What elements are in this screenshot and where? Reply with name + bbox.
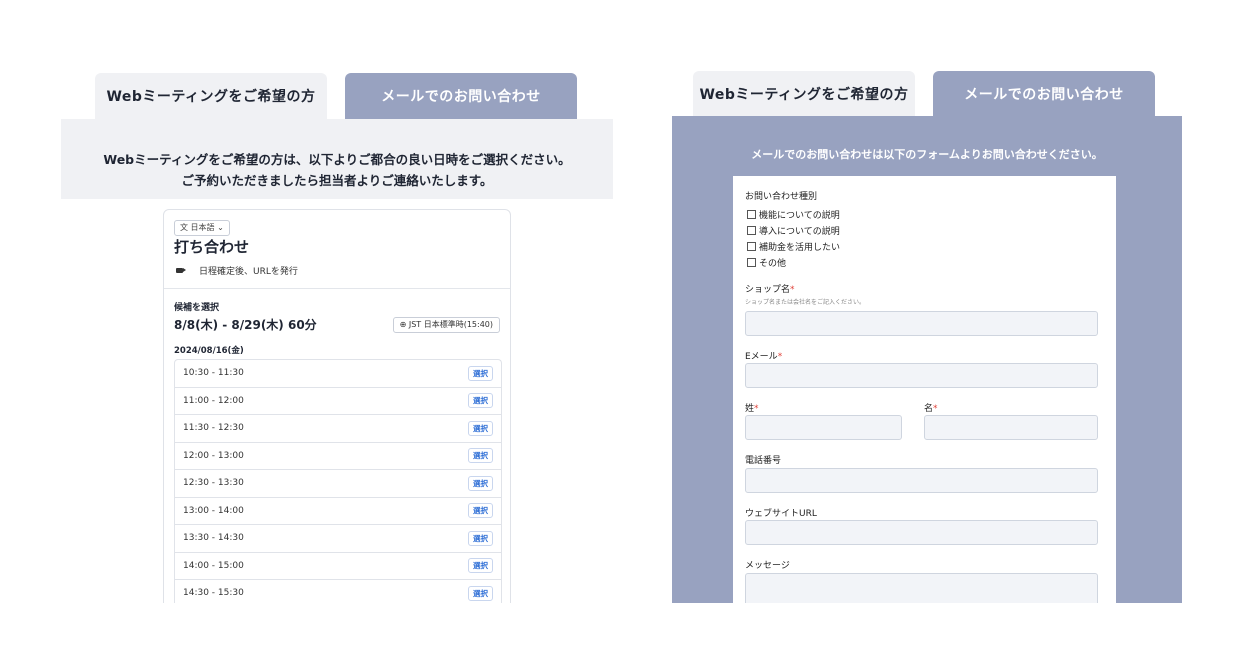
candidate-label: 候補を選択 xyxy=(174,303,220,313)
selected-date: 2024/08/16(金) xyxy=(174,346,244,356)
tab-web-meeting[interactable]: Webミーティングをご希望の方 xyxy=(95,73,327,119)
last-name-label-text: 姓 xyxy=(745,404,755,414)
checkbox[interactable] xyxy=(747,258,756,267)
tab-email-inquiry[interactable]: メールでのお問い合わせ xyxy=(345,73,577,119)
message-label: メッセージ xyxy=(745,561,790,571)
website-label: ウェブサイトURL xyxy=(745,509,817,519)
tab-web-meeting[interactable]: Webミーティングをご希望の方 xyxy=(693,71,915,117)
web-meeting-panel: Webミーティングをご希望の方は、以下よりご都合の良い日時をご選択ください。 ご… xyxy=(61,119,613,603)
slot-time: 13:00 - 14:00 xyxy=(183,505,244,516)
first-name-field[interactable] xyxy=(924,415,1098,440)
time-slot[interactable]: 13:00 - 14:00 選択 xyxy=(175,498,501,525)
checkbox[interactable] xyxy=(747,242,756,251)
timezone-selector[interactable]: ⊕ JST 日本標準時(15:40) xyxy=(392,317,500,333)
time-slot[interactable]: 12:30 - 13:30 選択 xyxy=(175,470,501,498)
meeting-url-text: 日程確定後、URLを発行 xyxy=(199,267,298,277)
time-slot[interactable]: 11:00 - 12:00 選択 xyxy=(175,388,501,415)
time-slot[interactable]: 11:30 - 12:30 選択 xyxy=(175,415,501,443)
slot-time: 11:30 - 12:30 xyxy=(183,423,244,434)
card-divider xyxy=(164,288,510,289)
meeting-url-info: 日程確定後、URLを発行 xyxy=(176,264,298,277)
website-field[interactable] xyxy=(745,520,1098,545)
option-label: その他 xyxy=(759,259,787,269)
select-button[interactable]: 選択 xyxy=(468,475,493,491)
select-button[interactable]: 選択 xyxy=(468,585,493,601)
option-label: 導入についての説明 xyxy=(759,227,840,237)
slot-time: 14:00 - 15:00 xyxy=(183,560,244,571)
time-slot-list: 10:30 - 11:30 選択 11:00 - 12:00 選択 11:30 - … xyxy=(174,359,502,603)
translate-icon: 文 xyxy=(180,223,188,232)
select-button[interactable]: 選択 xyxy=(468,503,493,519)
email-inquiry-panel: メールでのお問い合わせは以下のフォームよりお問い合わせください。 お問い合わせ種… xyxy=(672,116,1182,603)
select-button[interactable]: 選択 xyxy=(468,558,493,574)
first-name-label: 名* xyxy=(924,401,938,414)
phone-field[interactable] xyxy=(745,468,1098,493)
last-name-label: 姓* xyxy=(745,401,759,414)
slot-time: 13:30 - 14:30 xyxy=(183,533,244,544)
slot-time: 12:30 - 13:30 xyxy=(183,478,244,489)
shop-name-label: ショップ名* xyxy=(745,282,795,295)
required-mark: * xyxy=(933,404,938,414)
time-slot[interactable]: 13:30 - 14:30 選択 xyxy=(175,525,501,553)
checkbox-option[interactable]: 補助金を活用したい xyxy=(747,240,840,253)
phone-label: 電話番号 xyxy=(745,456,782,466)
required-mark: * xyxy=(790,285,795,295)
date-range: 8/8(木) - 8/29(木) 60分 xyxy=(174,318,317,332)
email-label-text: Eメール xyxy=(745,352,778,362)
select-button[interactable]: 選択 xyxy=(468,420,493,436)
message-textarea[interactable] xyxy=(745,573,1098,603)
time-slot[interactable]: 12:00 - 13:00 選択 xyxy=(175,443,501,470)
globe-icon: ⊕ xyxy=(399,320,407,329)
meeting-intro-line2: ご予約いただきましたら担当者よりご連絡いたします。 xyxy=(181,173,493,188)
time-slot[interactable]: 14:00 - 15:00 選択 xyxy=(175,553,501,580)
inquiry-form: お問い合わせ種別 機能についての説明 導入についての説明 補助金を活用したい そ… xyxy=(733,176,1116,603)
language-selector[interactable]: 文 日本語 ⌄ xyxy=(174,220,230,236)
slot-time: 14:30 - 15:30 xyxy=(183,588,244,599)
language-label: 日本語 ⌄ xyxy=(190,223,224,232)
last-name-field[interactable] xyxy=(745,415,902,440)
checkbox-option[interactable]: 導入についての説明 xyxy=(747,224,840,237)
meeting-intro-line1: Webミーティングをご希望の方は、以下よりご都合の良い日時をご選択ください。 xyxy=(103,152,571,167)
option-label: 補助金を活用したい xyxy=(759,243,841,253)
checkbox[interactable] xyxy=(747,226,756,235)
slot-time: 11:00 - 12:00 xyxy=(183,395,244,406)
select-button[interactable]: 選択 xyxy=(468,530,493,546)
timezone-label: JST 日本標準時(15:40) xyxy=(408,320,493,329)
select-button[interactable]: 選択 xyxy=(468,448,493,464)
email-label: Eメール* xyxy=(745,349,782,362)
email-field[interactable] xyxy=(745,363,1098,388)
shop-name-field[interactable] xyxy=(745,311,1098,336)
first-name-label-text: 名 xyxy=(924,404,934,414)
video-camera-icon xyxy=(176,268,186,273)
checkbox-option[interactable]: 機能についての説明 xyxy=(747,208,840,221)
select-button[interactable]: 選択 xyxy=(468,393,493,409)
slot-time: 12:00 - 13:00 xyxy=(183,450,244,461)
shop-name-label-text: ショップ名 xyxy=(745,285,791,295)
required-mark: * xyxy=(754,404,759,414)
tab-email-inquiry[interactable]: メールでのお問い合わせ xyxy=(933,71,1155,117)
select-button[interactable]: 選択 xyxy=(468,365,493,381)
meeting-intro: Webミーティングをご希望の方は、以下よりご都合の良い日時をご選択ください。 ご… xyxy=(61,119,613,199)
email-intro: メールでのお問い合わせは以下のフォームよりお問い合わせください。 xyxy=(751,148,1103,161)
checkbox[interactable] xyxy=(747,210,756,219)
booking-card: 文 日本語 ⌄ 打ち合わせ 日程確定後、URLを発行 候補を選択 8/8(木) … xyxy=(163,209,511,603)
option-label: 機能についての説明 xyxy=(759,211,840,221)
shop-name-note: ショップ名または会社名をご記入ください。 xyxy=(745,299,866,306)
inquiry-type-label: お問い合わせ種別 xyxy=(745,192,818,202)
meeting-title: 打ち合わせ xyxy=(174,238,250,256)
time-slot[interactable]: 14:30 - 15:30 選択 xyxy=(175,580,501,603)
checkbox-option[interactable]: その他 xyxy=(747,256,786,269)
time-slot[interactable]: 10:30 - 11:30 選択 xyxy=(175,360,501,388)
required-mark: * xyxy=(777,352,783,362)
slot-time: 10:30 - 11:30 xyxy=(183,368,244,379)
